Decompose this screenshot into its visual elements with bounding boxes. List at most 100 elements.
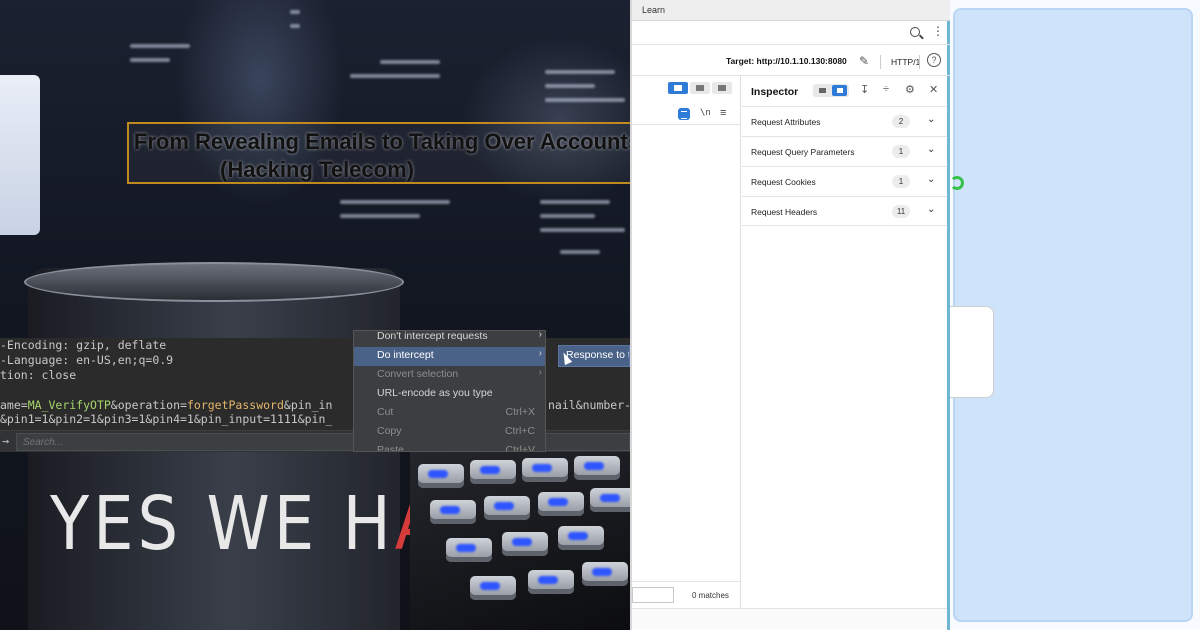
menu-item-cut[interactable]: Cut Ctrl+X <box>354 404 545 423</box>
chevron-right-icon: › <box>538 367 542 378</box>
section-label: Request Attributes <box>751 117 821 127</box>
mug-rim <box>24 262 404 302</box>
keyboard-key <box>484 496 530 520</box>
http-version[interactable]: HTTP/1 <box>891 57 920 67</box>
header-line: -Encoding: gzip, deflate <box>0 338 167 352</box>
newline-icon[interactable]: \n <box>700 108 711 118</box>
blurred-code <box>130 44 190 48</box>
blurred-code <box>380 60 440 64</box>
keyboard-key <box>430 500 476 524</box>
blurred-code <box>130 58 170 62</box>
chevron-down-icon[interactable]: ⌄ <box>927 204 935 215</box>
count-badge: 2 <box>892 115 910 128</box>
keyboard-key <box>590 488 630 512</box>
kebab-icon[interactable]: ⋮ <box>932 24 944 38</box>
target-bar: Target: http://10.1.10.130:8080 ✎ HTTP/1… <box>632 44 952 76</box>
monitor-glare <box>0 75 40 235</box>
target-url: Target: http://10.1.10.130:8080 <box>726 56 847 66</box>
context-menu: Don't intercept requests › Do intercept › … <box>353 330 546 452</box>
layout-list-icon[interactable] <box>815 85 830 96</box>
blurred-code <box>540 228 625 232</box>
keyboard-key <box>528 570 574 594</box>
white-card <box>950 306 994 398</box>
chevron-down-icon[interactable]: ⌄ <box>927 114 935 125</box>
count-badge: 11 <box>892 205 910 218</box>
keyboard-key <box>538 492 584 516</box>
count-badge: 1 <box>892 145 910 158</box>
inspector-layout-toggle[interactable] <box>813 84 849 97</box>
keyboard-key <box>446 538 492 562</box>
menu-item-do-intercept[interactable]: Do intercept › <box>354 347 545 366</box>
keyboard-key <box>502 532 548 556</box>
blurred-code <box>540 200 610 204</box>
keyboard-key <box>418 464 464 488</box>
burp-panel: Learn ⋮ Target: http://10.1.10.130:8080 … <box>630 0 952 630</box>
blurred-code <box>290 24 300 28</box>
param-line: ame=MA_VerifyOTP&operation=forgetPasswor… <box>0 398 333 412</box>
blurred-code <box>340 200 450 204</box>
tab-learn[interactable]: Learn <box>642 5 665 15</box>
right-panel <box>950 0 1200 630</box>
blurred-code <box>545 70 615 74</box>
inspector-panel: Inspector ↧ ÷ ⚙ ✕ Request Attributes 2 ⌄… <box>742 76 947 226</box>
pane-splitter[interactable] <box>740 76 741 608</box>
status-ring-icon <box>950 176 964 190</box>
blurred-code <box>545 98 625 102</box>
menu-item-dont-intercept[interactable]: Don't intercept requests › <box>354 330 545 347</box>
find-input[interactable] <box>632 587 674 603</box>
keyboard-key <box>582 562 628 586</box>
section-label: Request Headers <box>751 207 818 217</box>
section-label: Request Cookies <box>751 177 816 187</box>
close-icon[interactable]: ✕ <box>929 83 938 96</box>
blurred-code <box>545 84 595 88</box>
headline-subtitle: (Hacking Telecom) <box>220 157 414 182</box>
search-icon[interactable] <box>910 27 920 37</box>
arrow-right-icon[interactable]: → <box>2 434 9 448</box>
blurred-code <box>290 10 300 14</box>
background-photo: YES WE HACK From Revealing Emails to Tak… <box>0 0 630 630</box>
lines-icon[interactable]: ≡ <box>720 107 726 119</box>
blurred-code <box>340 214 420 218</box>
status-bar <box>632 608 947 630</box>
help-icon[interactable]: ? <box>927 53 941 67</box>
burp-top-tab-bar: Learn <box>632 0 952 21</box>
count-badge: 1 <box>892 175 910 188</box>
headline-title: From Revealing Emails to Taking Over Acc… <box>133 129 630 154</box>
layout-split-icon[interactable] <box>668 82 688 94</box>
menu-item-url-encode[interactable]: URL-encode as you type <box>354 385 545 404</box>
edit-icon[interactable]: ✎ <box>859 54 869 68</box>
menu-item-convert-selection[interactable]: Convert selection › <box>354 366 545 385</box>
shortcut-label: Ctrl+X <box>505 406 535 418</box>
header-line: tion: close <box>0 368 77 382</box>
param-line: &pin1=1&pin2=1&pin3=1&pin4=1&pin_input=1… <box>0 412 333 426</box>
menu-item-paste[interactable]: Paste Ctrl+V <box>354 442 545 452</box>
headline-banner: From Revealing Emails to Taking Over Acc… <box>127 122 630 184</box>
chevron-down-icon[interactable]: ⌄ <box>927 144 935 155</box>
menu-item-copy[interactable]: Copy Ctrl+C <box>354 423 545 442</box>
inspector-title: Inspector <box>751 86 799 98</box>
shortcut-label: Ctrl+V <box>505 444 535 452</box>
find-bar: 0 matches <box>632 581 740 609</box>
keyboard-key <box>470 576 516 600</box>
chevron-right-icon: › <box>538 348 542 359</box>
section-label: Request Query Parameters <box>751 147 855 157</box>
layout-single-icon[interactable] <box>712 82 732 94</box>
layout-panel-icon[interactable] <box>832 85 847 96</box>
keyboard-key <box>522 458 568 482</box>
wrap-icon[interactable] <box>678 108 690 120</box>
chevron-down-icon[interactable]: ⌄ <box>927 174 935 185</box>
expand-icon[interactable]: ↧ <box>860 83 869 96</box>
inspector-section-query-parameters[interactable]: Request Query Parameters 1 ⌄ <box>742 136 947 166</box>
collapse-icon[interactable]: ÷ <box>883 83 889 95</box>
inspector-section-request-attributes[interactable]: Request Attributes 2 ⌄ <box>742 106 947 136</box>
divider <box>632 124 740 125</box>
layout-rows-icon[interactable] <box>690 82 710 94</box>
gear-icon[interactable]: ⚙ <box>905 83 915 96</box>
inspector-section-cookies[interactable]: Request Cookies 1 ⌄ <box>742 166 947 196</box>
blurred-code <box>540 214 595 218</box>
inspector-section-headers[interactable]: Request Headers 11 ⌄ <box>742 196 947 226</box>
matches-count: 0 matches <box>692 591 729 600</box>
keyboard <box>410 452 630 630</box>
chevron-right-icon: › <box>538 330 542 340</box>
keyboard-key <box>558 526 604 550</box>
